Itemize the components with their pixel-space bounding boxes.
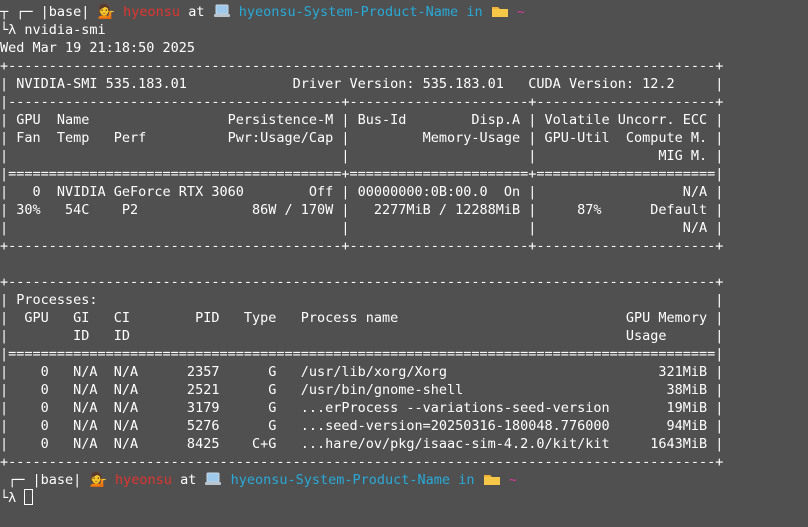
command-text: nvidia-smi <box>24 22 106 38</box>
proc-title: | Processes: | <box>0 292 724 308</box>
gpu-row-1: | 0 NVIDIA GeForce RTX 3060 Off | 000000… <box>0 184 724 200</box>
prompt-box-bottom: ┌─ <box>0 472 33 488</box>
gpu-row-3: | | | N/A | <box>0 220 724 236</box>
prompt-at: at <box>180 472 197 488</box>
smi-header: | NVIDIA-SMI 535.183.01 Driver Version: … <box>0 76 724 92</box>
laptop-icon <box>205 472 222 485</box>
smi-rule-split-end: +---------------------------------------… <box>0 238 724 254</box>
command-line: └λ nvidia-smi <box>0 21 106 39</box>
proc-rule-bottom: +---------------------------------------… <box>0 454 724 470</box>
prompt-box-top: ┬ ┌─ <box>0 4 41 20</box>
text-cursor[interactable] <box>24 489 34 505</box>
smi-column-header-2: | Fan Temp Perf Pwr:Usage/Cap | Memory-U… <box>0 130 724 146</box>
date-line: Wed Mar 19 21:18:50 2025 <box>0 40 196 56</box>
folder-icon <box>483 475 500 485</box>
smi-column-header-3: | | | MIG M. | <box>0 148 724 164</box>
smi-column-header-1: | GPU Name Persistence-M | Bus-Id Disp.A… <box>0 112 724 128</box>
proc-header-1: | GPU GI CI PID Type Process name GPU Me… <box>0 310 724 326</box>
prompt-dir: ~ <box>508 472 517 488</box>
gpu-row-2: | 30% 54C P2 86W / 170W | 2277MiB / 1228… <box>0 202 724 218</box>
smi-rule-split: |---------------------------------------… <box>0 94 724 110</box>
process-row: | 0 N/A N/A 8425 C+G ...hare/ov/pkg/isaa… <box>0 436 724 452</box>
process-row: | 0 N/A N/A 2357 G /usr/lib/xorg/Xorg 32… <box>0 364 724 380</box>
process-row: | 0 N/A N/A 2521 G /usr/bin/gnome-shell … <box>0 382 724 398</box>
prompt-line-2: ┌─ |base| 💁 hyeonsu at hyeonsu-System-Pr… <box>0 471 517 489</box>
conda-env: |base| <box>40 4 90 20</box>
laptop-icon <box>213 4 230 17</box>
prompt-in: in <box>458 472 475 488</box>
input-line[interactable]: └λ <box>0 489 34 507</box>
prompt-dir: ~ <box>516 4 526 20</box>
process-row: | 0 N/A N/A 5276 G ...seed-version=20250… <box>0 418 724 434</box>
process-row: | 0 N/A N/A 3179 G ...erProcess --variat… <box>0 400 724 416</box>
prompt-user: hyeonsu <box>123 4 181 20</box>
prompt-at: at <box>188 4 205 20</box>
prompt-host: hyeonsu-System-Product-Name <box>230 472 451 488</box>
folder-icon <box>491 7 508 17</box>
prompt-line-1: ┬ ┌─ |base| 💁 hyeonsu at hyeonsu-System-… <box>0 3 525 21</box>
prompt-in: in <box>466 4 483 20</box>
conda-env: |base| <box>32 472 82 488</box>
smi-rule-double: |=======================================… <box>0 166 724 182</box>
smi-rule-top: +---------------------------------------… <box>0 58 724 74</box>
person-tipping-hand-icon: 💁 <box>97 4 115 20</box>
proc-header-2: | ID ID Usage | <box>0 328 724 344</box>
prompt-user: hyeonsu <box>115 472 172 488</box>
person-tipping-hand-icon: 💁 <box>89 472 107 488</box>
prompt-arrow: └λ <box>0 22 17 38</box>
proc-rule-top: +---------------------------------------… <box>0 274 724 290</box>
prompt-arrow: └λ <box>0 490 17 506</box>
terminal-window[interactable]: ┬ ┌─ |base| 💁 hyeonsu at hyeonsu-System-… <box>0 0 808 527</box>
prompt-host: hyeonsu-System-Product-Name <box>238 4 459 20</box>
proc-rule-double: |=======================================… <box>0 346 724 362</box>
